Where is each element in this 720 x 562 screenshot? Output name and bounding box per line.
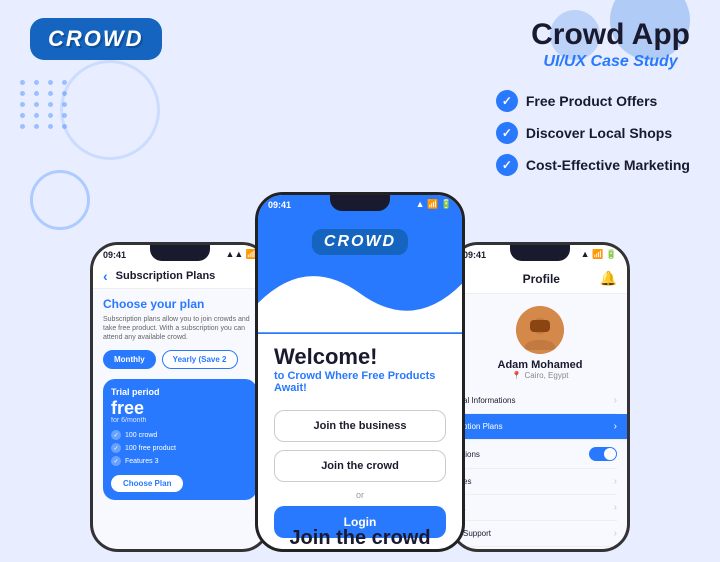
plan-desc: Subscription plans allow you to join cro…	[103, 315, 257, 342]
tab-yearly[interactable]: Yearly (Save 2	[162, 350, 238, 369]
chevron-icon-0: ›	[614, 395, 617, 406]
feature-item-1: ✓ Discover Local Shops	[496, 122, 690, 144]
right-screen: 09:41 ▲ 📶 🔋 Profile 🔔 Ada	[453, 245, 627, 549]
user-avatar	[516, 306, 564, 354]
center-status-icons: ▲ 📶 🔋	[416, 199, 452, 210]
check-icon-2: ✓	[496, 154, 518, 176]
avatar-svg	[516, 306, 564, 354]
plan-check-1: ✓	[111, 443, 121, 453]
location-pin-icon: 📍	[512, 371, 522, 380]
profile-title: Profile	[483, 272, 600, 286]
plan-title: Choose your plan	[103, 297, 257, 311]
trial-price: free	[111, 399, 249, 417]
toggle-switch[interactable]	[589, 447, 617, 461]
menu-item-1[interactable]: ption Plans ›	[453, 414, 627, 440]
menu-item-2[interactable]: tions	[463, 440, 617, 469]
profile-header: Profile 🔔	[453, 264, 627, 294]
check-icon-1: ✓	[496, 122, 518, 144]
profile-location: 📍 Cairo, Egypt	[512, 371, 569, 380]
center-logo: CROWD	[312, 229, 408, 255]
feature-item-0: ✓ Free Product Offers	[496, 90, 690, 112]
chevron-icon-5: ›	[614, 528, 617, 539]
center-time: 09:41	[268, 200, 291, 210]
chevron-icon-4: ›	[614, 502, 617, 513]
right-notch	[510, 245, 570, 261]
phone-center: 09:41 ▲ 📶 🔋 CROWD Welcome! to Cr	[255, 192, 465, 552]
plan-feature-2: ✓ Features 3	[111, 456, 249, 466]
center-body: Welcome! to Crowd Where Free Products Aw…	[258, 334, 462, 548]
chevron-icon-1: ›	[614, 421, 617, 432]
app-title: Crowd App	[531, 18, 690, 51]
menu-item-4[interactable]: t ›	[463, 495, 617, 521]
menu-item-5[interactable]: Support ›	[463, 521, 617, 547]
phone-right: 09:41 ▲ 📶 🔋 Profile 🔔 Ada	[450, 242, 630, 552]
center-logo-area: CROWD	[312, 229, 408, 255]
feature-item-2: ✓ Cost-Effective Marketing	[496, 154, 690, 176]
profile-menu: al Informations › ption Plans › tions es…	[453, 388, 627, 549]
menu-item-0[interactable]: al Informations ›	[463, 388, 617, 414]
menu-item-6[interactable]: and Policies ›	[463, 547, 617, 549]
left-screen: 09:41 ▲▲ 📶 ‹ Subscription Plans Choose y…	[93, 245, 267, 549]
welcome-tagline: to Crowd Where Free Products Await!	[274, 370, 446, 394]
welcome-title: Welcome!	[274, 344, 446, 370]
left-top-bar: ‹ Subscription Plans	[93, 264, 267, 289]
header-title-section: Crowd App UI/UX Case Study	[531, 18, 690, 71]
or-divider: or	[274, 490, 446, 500]
plan-check-0: ✓	[111, 430, 121, 440]
header: CROWD Crowd App UI/UX Case Study	[0, 18, 720, 71]
brand-name: Crowd	[287, 370, 321, 382]
profile-avatar-section: Adam Mohamed 📍 Cairo, Egypt	[453, 294, 627, 388]
left-screen-title: Subscription Plans	[116, 270, 216, 282]
center-notch	[330, 195, 390, 211]
check-icon-0: ✓	[496, 90, 518, 112]
plan-check-2: ✓	[111, 456, 121, 466]
profile-name: Adam Mohamed	[498, 359, 583, 371]
join-business-btn[interactable]: Join the business	[274, 410, 446, 442]
phone-left: 09:41 ▲▲ 📶 ‹ Subscription Plans Choose y…	[90, 242, 270, 552]
plan-card: Trial period free for 6/month ✓ 100 crow…	[103, 379, 257, 500]
left-icons: ▲▲ 📶	[225, 249, 257, 260]
logo-text: CROWD	[48, 26, 144, 52]
menu-item-3[interactable]: es ›	[463, 469, 617, 495]
feature-text-1: Discover Local Shops	[526, 125, 672, 141]
plan-tabs: Monthly Yearly (Save 2	[103, 350, 257, 369]
bg-dot-grid	[20, 80, 70, 129]
bg-decoration-circle-3	[60, 60, 160, 160]
plan-feature-0: ✓ 100 crowd	[111, 430, 249, 440]
feature-text-0: Free Product Offers	[526, 93, 657, 109]
bottom-join-text: Join the crowd	[289, 527, 430, 550]
feature-text-2: Cost-Effective Marketing	[526, 157, 690, 173]
left-notch	[150, 245, 210, 261]
choose-plan-btn[interactable]: Choose Plan	[111, 475, 183, 492]
left-content: Choose your plan Subscription plans allo…	[93, 289, 267, 508]
left-time: 09:41	[103, 250, 126, 260]
trial-label: Trial period	[111, 387, 249, 397]
center-top-area: CROWD	[258, 214, 462, 334]
back-button[interactable]: ‹	[103, 268, 108, 284]
join-crowd-btn[interactable]: Join the crowd	[274, 450, 446, 482]
tab-monthly[interactable]: Monthly	[103, 350, 156, 369]
right-status-icons: ▲ 📶 🔋	[581, 249, 617, 260]
app-subtitle: UI/UX Case Study	[531, 53, 690, 71]
logo-box: CROWD	[30, 18, 162, 60]
toggle-dot	[604, 448, 616, 460]
bell-icon[interactable]: 🔔	[600, 270, 617, 287]
center-screen: 09:41 ▲ 📶 🔋 CROWD Welcome! to Cr	[258, 195, 462, 549]
features-list: ✓ Free Product Offers ✓ Discover Local S…	[496, 90, 690, 176]
phones-container: 09:41 ▲▲ 📶 ‹ Subscription Plans Choose y…	[20, 192, 700, 552]
right-time: 09:41	[463, 250, 486, 260]
plan-feature-1: ✓ 100 free product	[111, 443, 249, 453]
chevron-icon-3: ›	[614, 476, 617, 487]
trial-period: for 6/month	[111, 417, 249, 424]
